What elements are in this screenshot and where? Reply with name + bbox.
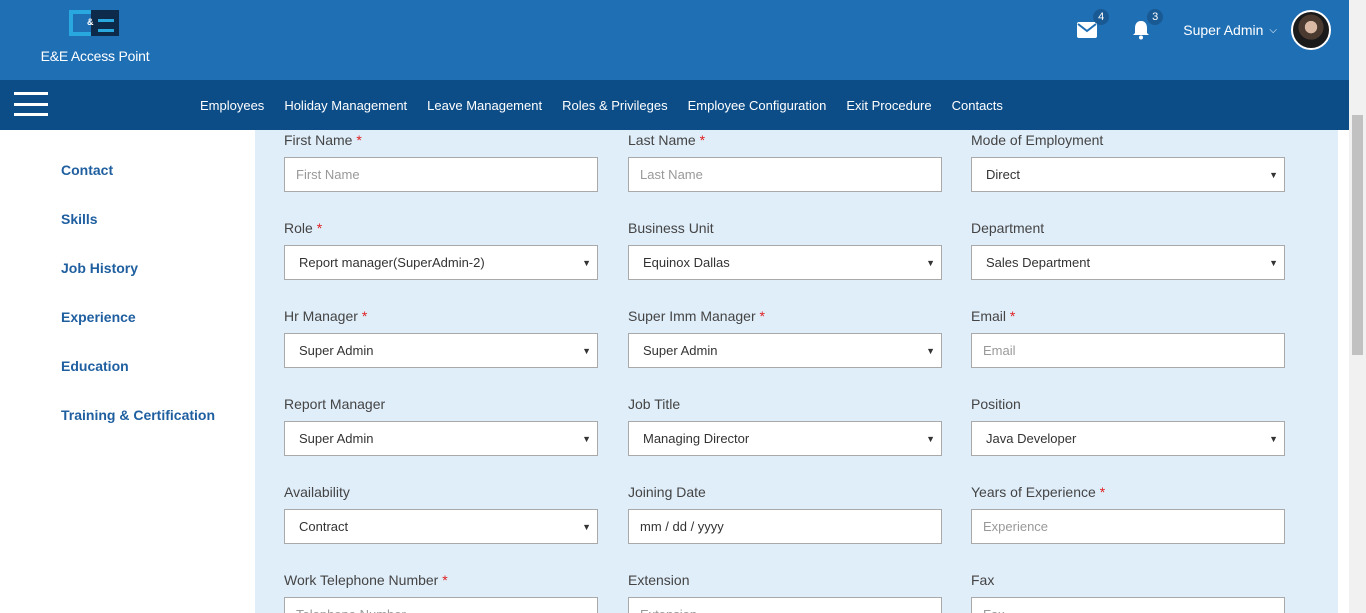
extension-label: Extension: [628, 572, 690, 588]
joining-date-field: Joining Date mm / dd / yyyy: [628, 484, 942, 544]
availability-field: Availability Contract ▼: [284, 484, 598, 544]
section-sidebar: Contact Skills Job History Experience Ed…: [61, 162, 215, 456]
report-manager-label: Report Manager: [284, 396, 386, 412]
caret-down-icon: ▼: [926, 258, 935, 268]
job-title-field: Job Title Managing Director ▼: [628, 396, 942, 456]
fax-input[interactable]: Fax: [971, 597, 1285, 613]
years-of-experience-label: Years of Experience *: [971, 484, 1106, 500]
joining-date-input[interactable]: mm / dd / yyyy: [628, 509, 942, 544]
super-imm-manager-select[interactable]: Super Admin ▼: [628, 333, 942, 368]
business-unit-select[interactable]: Equinox Dallas ▼: [628, 245, 942, 280]
position-select[interactable]: Java Developer ▼: [971, 421, 1285, 456]
mode-of-employment-field: Mode of Employment Direct ▼: [971, 132, 1285, 192]
envelope-icon: [1077, 22, 1098, 38]
sidebar-item-skills[interactable]: Skills: [61, 211, 215, 260]
nav-roles-privileges[interactable]: Roles & Privileges: [552, 98, 678, 113]
business-unit-label: Business Unit: [628, 220, 714, 236]
email-label: Email *: [971, 308, 1016, 324]
report-manager-select[interactable]: Super Admin ▼: [284, 421, 598, 456]
department-field: Department Sales Department ▼: [971, 220, 1285, 280]
last-name-label: Last Name *: [628, 132, 706, 148]
nav-items: Employees Holiday Management Leave Manag…: [190, 80, 1013, 130]
mode-of-employment-label: Mode of Employment: [971, 132, 1104, 148]
first-name-label: First Name *: [284, 132, 362, 148]
position-label: Position: [971, 396, 1021, 412]
mail-count-badge: 4: [1093, 9, 1110, 25]
job-title-select[interactable]: Managing Director ▼: [628, 421, 942, 456]
header-actions: 4 3 Super Admin ⌵: [1075, 9, 1331, 50]
business-unit-field: Business Unit Equinox Dallas ▼: [628, 220, 942, 280]
email-input[interactable]: Email: [971, 333, 1285, 368]
caret-down-icon: ▼: [582, 522, 591, 532]
availability-label: Availability: [284, 484, 350, 500]
hr-manager-select[interactable]: Super Admin ▼: [284, 333, 598, 368]
joining-date-label: Joining Date: [628, 484, 706, 500]
page-scrollbar[interactable]: [1349, 0, 1366, 613]
first-name-field: First Name * First Name: [284, 132, 598, 192]
years-of-experience-input[interactable]: Experience: [971, 509, 1285, 544]
fax-label: Fax: [971, 572, 995, 588]
caret-down-icon: ▼: [1269, 258, 1278, 268]
scrollbar-thumb[interactable]: [1352, 115, 1363, 355]
availability-select[interactable]: Contract ▼: [284, 509, 598, 544]
employee-form-panel: First Name * First Name Last Name * Last…: [255, 130, 1338, 613]
role-select[interactable]: Report manager(SuperAdmin-2) ▼: [284, 245, 598, 280]
job-title-label: Job Title: [628, 396, 681, 412]
caret-down-icon: ▼: [582, 346, 591, 356]
email-field: Email * Email: [971, 308, 1285, 368]
first-name-input[interactable]: First Name: [284, 157, 598, 192]
notification-count-badge: 3: [1147, 9, 1164, 25]
caret-down-icon: ▼: [926, 346, 935, 356]
mail-button[interactable]: 4: [1075, 9, 1110, 42]
sidebar-item-contact[interactable]: Contact: [61, 162, 215, 211]
bell-icon: [1133, 21, 1150, 40]
caret-down-icon: ▼: [582, 434, 591, 444]
extension-field: Extension Extension: [628, 572, 942, 613]
work-telephone-input[interactable]: Telephone Number: [284, 597, 598, 613]
caret-down-icon: ▼: [1269, 170, 1278, 180]
report-manager-field: Report Manager Super Admin ▼: [284, 396, 598, 456]
brand[interactable]: & E&E Access Point: [30, 8, 160, 64]
brand-name: E&E Access Point: [40, 48, 150, 64]
chevron-down-icon[interactable]: ⌵: [1269, 25, 1277, 36]
role-field: Role * Report manager(SuperAdmin-2) ▼: [284, 220, 598, 280]
sidebar-item-training-certification[interactable]: Training & Certification: [61, 407, 215, 456]
position-field: Position Java Developer ▼: [971, 396, 1285, 456]
caret-down-icon: ▼: [1269, 434, 1278, 444]
notifications-button[interactable]: 3: [1129, 9, 1164, 42]
last-name-field: Last Name * Last Name: [628, 132, 942, 192]
nav-holiday-management[interactable]: Holiday Management: [274, 98, 417, 113]
user-menu-name[interactable]: Super Admin: [1183, 22, 1263, 38]
fax-field: Fax Fax: [971, 572, 1285, 613]
work-telephone-label: Work Telephone Number *: [284, 572, 448, 588]
nav-contacts[interactable]: Contacts: [942, 98, 1013, 113]
sidebar-item-education[interactable]: Education: [61, 358, 215, 407]
sidebar-item-experience[interactable]: Experience: [61, 309, 215, 358]
last-name-input[interactable]: Last Name: [628, 157, 942, 192]
nav-leave-management[interactable]: Leave Management: [417, 98, 552, 113]
years-of-experience-field: Years of Experience * Experience: [971, 484, 1285, 544]
hamburger-icon[interactable]: [14, 92, 48, 116]
main-nav: Employees Holiday Management Leave Manag…: [0, 80, 1349, 130]
department-label: Department: [971, 220, 1045, 236]
super-imm-manager-label: Super Imm Manager *: [628, 308, 765, 324]
nav-employees[interactable]: Employees: [190, 98, 274, 113]
extension-input[interactable]: Extension: [628, 597, 942, 613]
sidebar-item-job-history[interactable]: Job History: [61, 260, 215, 309]
nav-employee-configuration[interactable]: Employee Configuration: [678, 98, 837, 113]
work-telephone-field: Work Telephone Number * Telephone Number: [284, 572, 598, 613]
caret-down-icon: ▼: [582, 258, 591, 268]
top-header: & E&E Access Point 4 3 Super Admin ⌵: [0, 0, 1349, 80]
role-label: Role *: [284, 220, 323, 236]
department-select[interactable]: Sales Department ▼: [971, 245, 1285, 280]
mode-of-employment-select[interactable]: Direct ▼: [971, 157, 1285, 192]
caret-down-icon: ▼: [926, 434, 935, 444]
nav-exit-procedure[interactable]: Exit Procedure: [836, 98, 941, 113]
brand-logo: &: [69, 8, 121, 38]
avatar[interactable]: [1291, 10, 1331, 50]
super-imm-manager-field: Super Imm Manager * Super Admin ▼: [628, 308, 942, 368]
hr-manager-field: Hr Manager * Super Admin ▼: [284, 308, 598, 368]
hr-manager-label: Hr Manager *: [284, 308, 368, 324]
